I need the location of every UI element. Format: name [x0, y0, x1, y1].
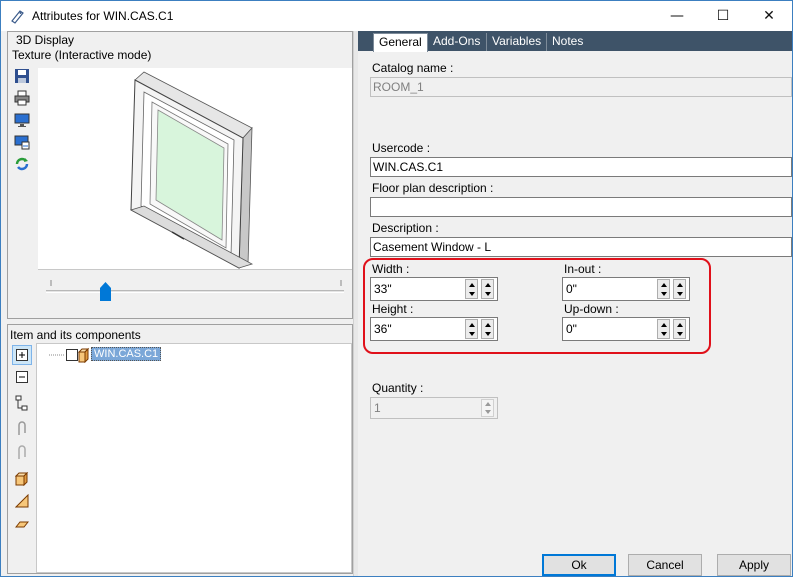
tree-connector — [49, 347, 89, 363]
attributes-panel: General Add-Ons Variables Notes Catalog … — [358, 31, 792, 576]
tab-variables[interactable]: Variables — [486, 33, 547, 51]
width-spin-down[interactable] — [481, 279, 494, 299]
height-value: 36" — [374, 322, 392, 336]
display-heading: 3D Display — [16, 33, 75, 47]
floor-plan-field[interactable] — [370, 197, 792, 217]
refresh-icon[interactable] — [12, 154, 32, 174]
collapse-icon[interactable] — [12, 367, 32, 387]
height-spin-up[interactable] — [465, 319, 478, 339]
close-button[interactable]: ✕ — [746, 1, 792, 31]
catalog-name-label: Catalog name : — [372, 61, 454, 75]
up-down-spin-down[interactable] — [673, 319, 686, 339]
in-out-spin-up[interactable] — [657, 279, 670, 299]
cancel-button[interactable]: Cancel — [628, 554, 702, 576]
up-down-spin-up[interactable] — [657, 319, 670, 339]
close-icon: ✕ — [763, 8, 775, 24]
clip-disabled-icon — [12, 443, 32, 463]
display-mode-label: Texture (Interactive mode) — [12, 48, 152, 62]
ok-button[interactable]: Ok — [542, 554, 616, 576]
tag-icon — [11, 10, 24, 24]
height-label: Height : — [372, 302, 414, 316]
apply-button[interactable]: Apply — [717, 554, 791, 576]
plane-icon[interactable] — [12, 513, 32, 533]
usercode-field[interactable]: WIN.CAS.C1 — [370, 157, 792, 177]
attributes-dialog: Attributes for WIN.CAS.C1 — ☐ ✕ 3D Displ… — [0, 0, 793, 577]
tree-item-root[interactable]: WIN.CAS.C1 — [91, 347, 162, 361]
save-icon[interactable] — [12, 66, 32, 86]
width-label: Width : — [372, 262, 410, 276]
view-slider-track[interactable] — [46, 290, 344, 293]
tab-general[interactable]: General — [373, 33, 428, 52]
width-input[interactable]: 33" — [370, 277, 498, 301]
quantity-label: Quantity : — [372, 381, 424, 395]
in-out-input[interactable]: 0" — [562, 277, 690, 301]
in-out-spin-down[interactable] — [673, 279, 686, 299]
print-icon[interactable] — [12, 88, 32, 108]
maximize-icon: ☐ — [716, 8, 730, 24]
width-spin-up[interactable] — [465, 279, 478, 299]
quantity-input: 1 — [370, 397, 498, 419]
display-toolbar — [12, 66, 34, 176]
catalog-name-field: ROOM_1 — [370, 77, 792, 97]
slider-ticks — [50, 276, 342, 286]
tab-notes[interactable]: Notes — [546, 33, 589, 51]
tab-bar: General Add-Ons Variables Notes — [358, 31, 792, 52]
description-field[interactable]: Casement Window - L — [370, 237, 792, 257]
width-value: 33" — [374, 282, 392, 296]
clip-icon[interactable] — [12, 419, 32, 439]
in-out-label: In-out : — [564, 262, 602, 276]
minimize-icon: — — [670, 8, 684, 24]
height-input[interactable]: 36" — [370, 317, 498, 341]
up-down-value: 0" — [566, 322, 577, 336]
components-heading: Item and its components — [10, 328, 141, 342]
height-spin-down[interactable] — [481, 319, 494, 339]
box-icon[interactable] — [12, 469, 32, 489]
tab-add-ons[interactable]: Add-Ons — [427, 33, 486, 51]
expand-icon[interactable] — [12, 345, 32, 365]
description-label: Description : — [372, 221, 439, 235]
quantity-value: 1 — [374, 401, 381, 415]
wedge-icon[interactable] — [12, 491, 32, 511]
hierarchy-icon[interactable] — [12, 393, 32, 413]
component-tree[interactable]: WIN.CAS.C1 — [36, 343, 352, 573]
view-slider-thumb[interactable] — [100, 282, 112, 301]
usercode-label: Usercode : — [372, 141, 431, 155]
window-3d-render — [129, 71, 254, 269]
display-panel: 3D Display Texture (Interactive mode) — [7, 31, 353, 319]
monitor-icon[interactable] — [12, 110, 32, 130]
screen-export-icon[interactable] — [12, 132, 32, 152]
minimize-button[interactable]: — — [654, 1, 700, 31]
title-bar: Attributes for WIN.CAS.C1 — ☐ ✕ — [1, 1, 792, 31]
3d-preview[interactable] — [38, 68, 352, 270]
in-out-value: 0" — [566, 282, 577, 296]
floor-plan-label: Floor plan description : — [372, 181, 494, 195]
window-title: Attributes for WIN.CAS.C1 — [32, 9, 174, 23]
maximize-button[interactable]: ☐ — [700, 1, 746, 31]
up-down-label: Up-down : — [564, 302, 619, 316]
quantity-spin — [481, 399, 494, 417]
up-down-input[interactable]: 0" — [562, 317, 690, 341]
components-panel: Item and its components WIN.CAS.C1 — [7, 324, 353, 574]
